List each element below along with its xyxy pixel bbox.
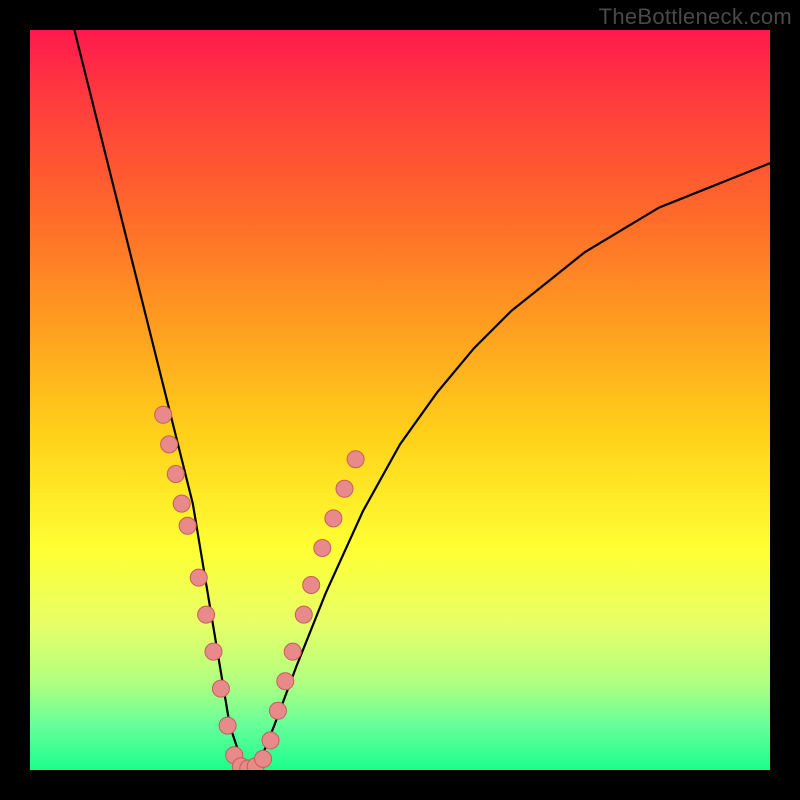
data-marker bbox=[198, 606, 215, 623]
data-marker bbox=[155, 406, 172, 423]
data-marker bbox=[303, 577, 320, 594]
data-marker bbox=[277, 673, 294, 690]
data-marker bbox=[219, 717, 236, 734]
data-marker bbox=[167, 466, 184, 483]
data-marker bbox=[269, 702, 286, 719]
data-marker bbox=[295, 606, 312, 623]
v-curve-path bbox=[74, 30, 770, 770]
data-marker bbox=[255, 750, 272, 767]
data-marker bbox=[212, 680, 229, 697]
data-marker bbox=[173, 495, 190, 512]
data-marker bbox=[161, 436, 178, 453]
data-marker bbox=[205, 643, 222, 660]
data-marker bbox=[336, 480, 353, 497]
data-marker bbox=[284, 643, 301, 660]
data-marker bbox=[179, 517, 196, 534]
chart-svg bbox=[30, 30, 770, 770]
watermark-text: TheBottleneck.com bbox=[599, 4, 792, 30]
data-marker bbox=[262, 732, 279, 749]
data-marker bbox=[190, 569, 207, 586]
chart-frame: TheBottleneck.com bbox=[0, 0, 800, 800]
data-marker bbox=[347, 451, 364, 468]
marker-group bbox=[155, 406, 364, 770]
data-marker bbox=[325, 510, 342, 527]
plot-area bbox=[30, 30, 770, 770]
data-marker bbox=[314, 540, 331, 557]
